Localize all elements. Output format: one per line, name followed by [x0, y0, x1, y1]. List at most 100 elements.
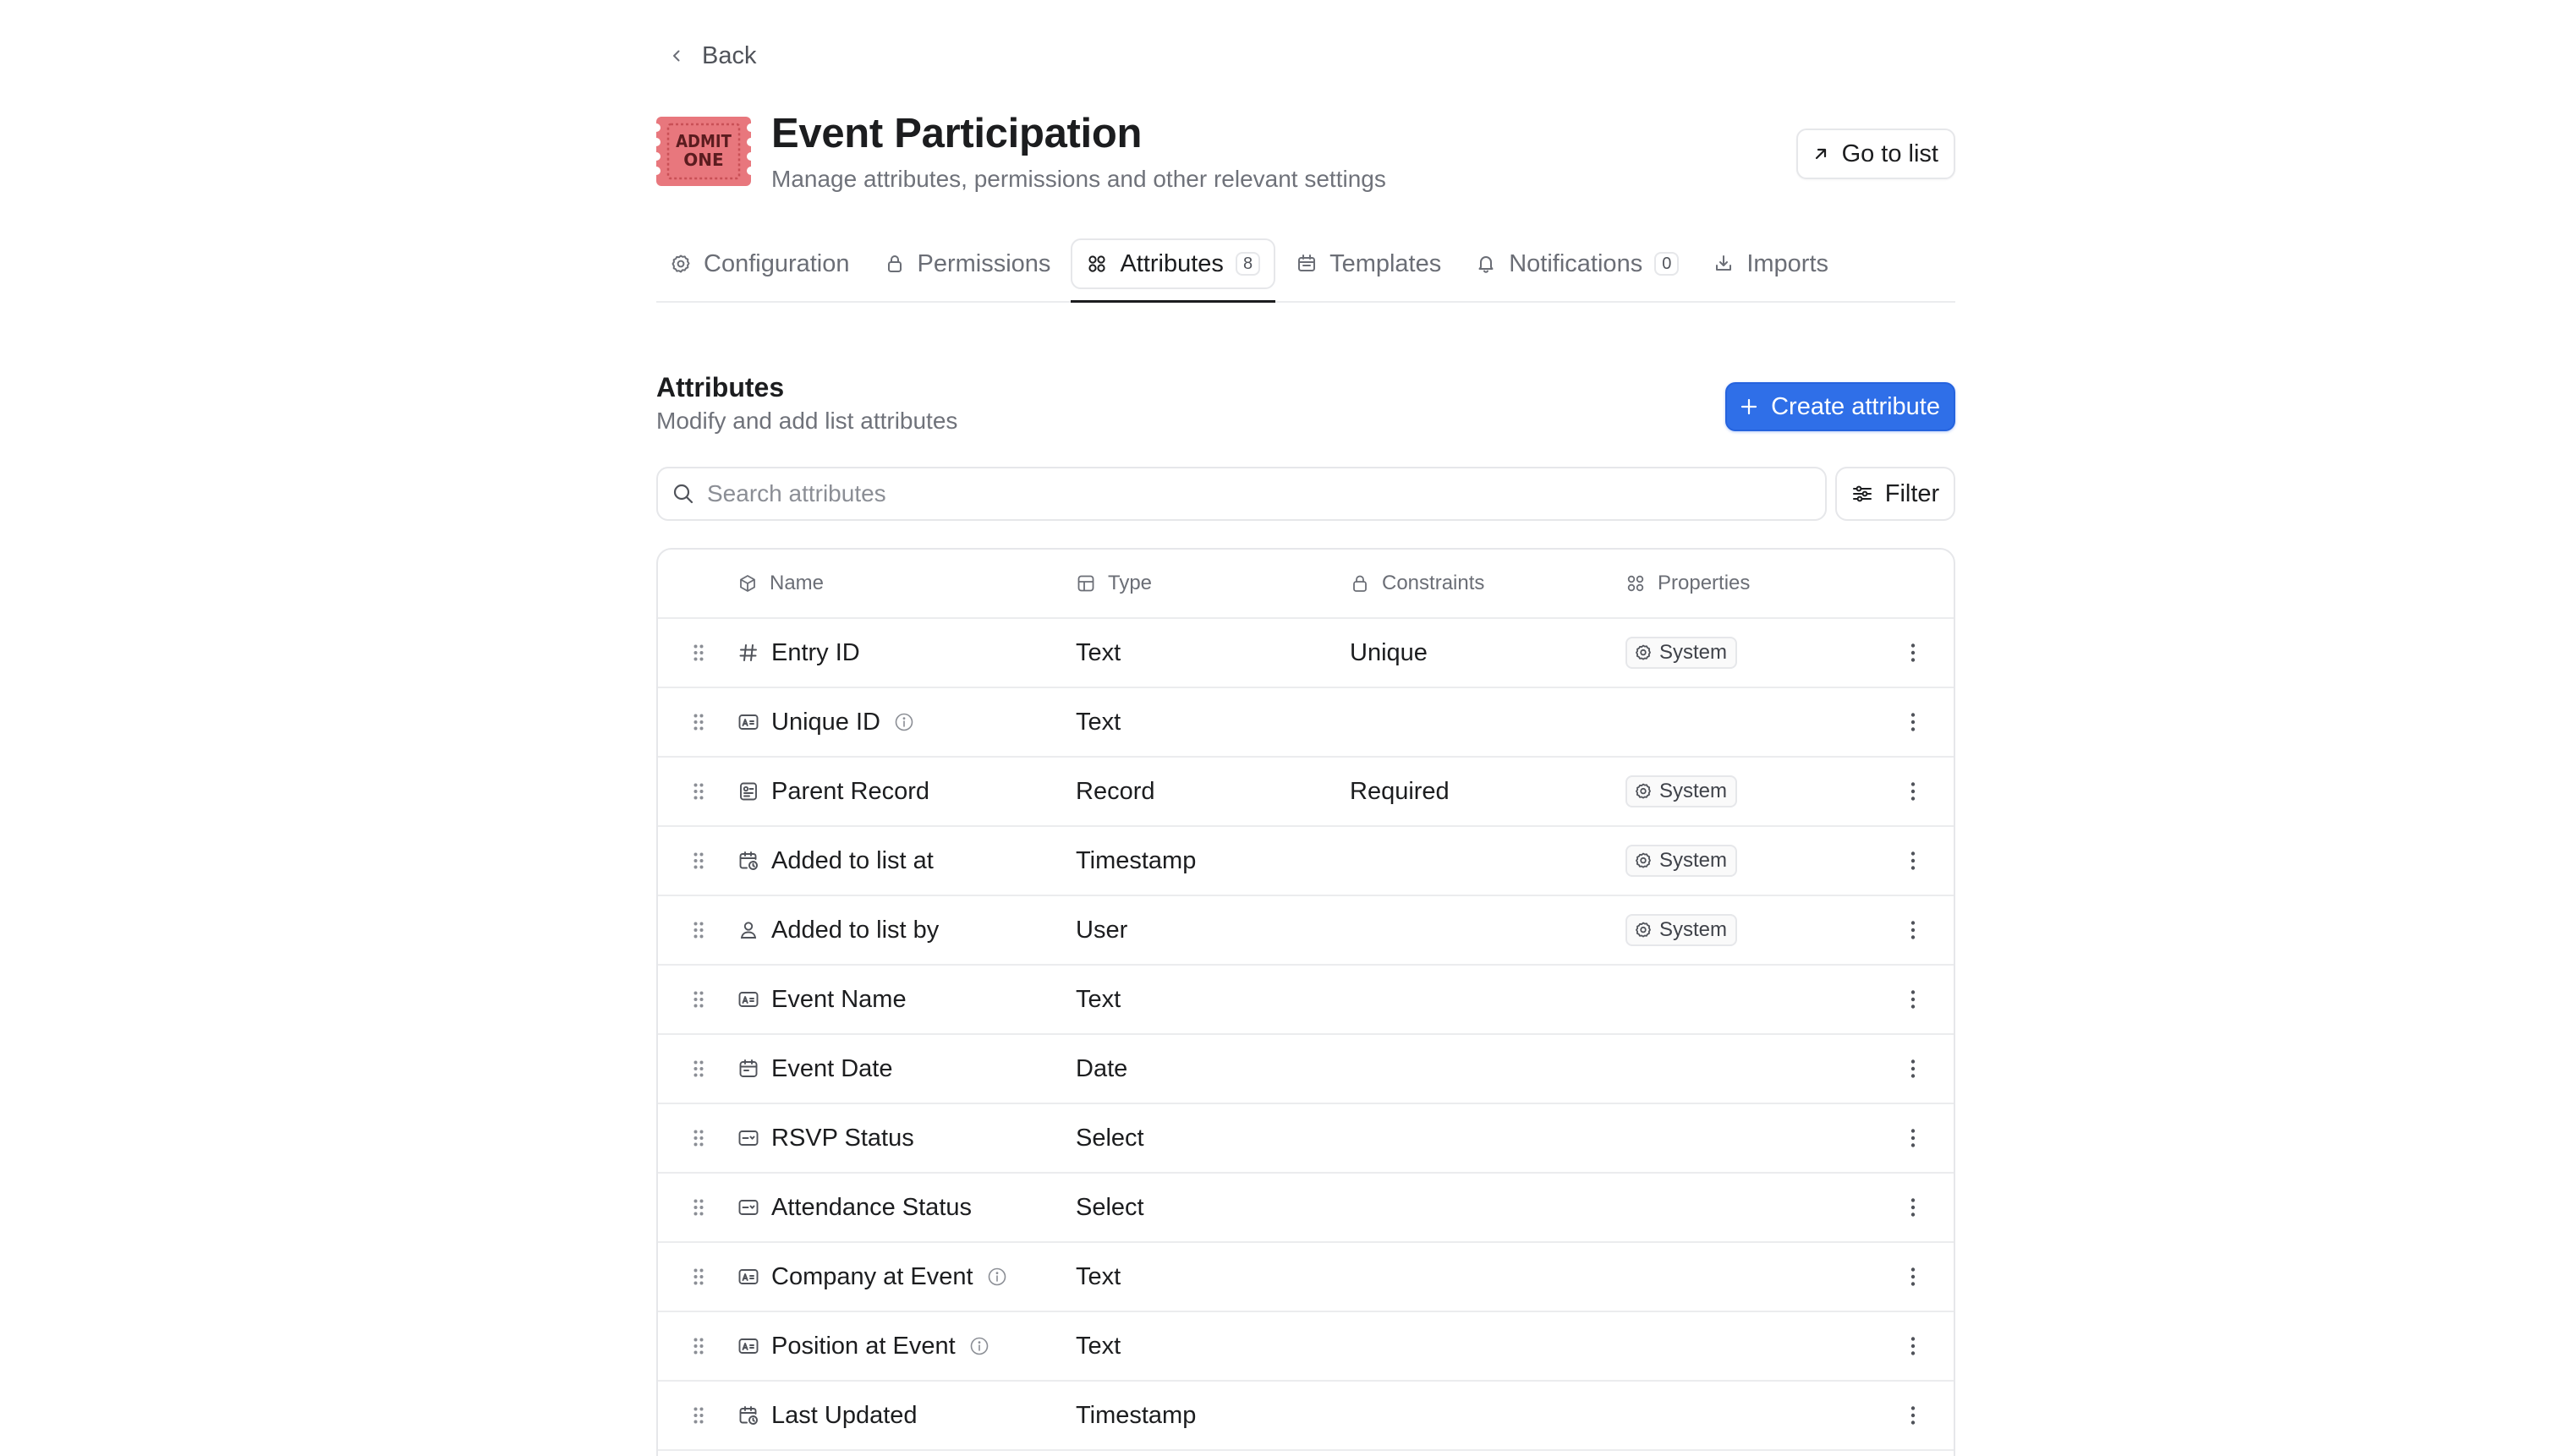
tab-templates[interactable]: Templates [1282, 238, 1455, 289]
tab-attributes[interactable]: Attributes 8 [1071, 238, 1276, 303]
row-actions-button[interactable] [1906, 1104, 1920, 1172]
row-actions-button[interactable] [1906, 1174, 1920, 1241]
attribute-name: Last Updated [771, 1401, 918, 1429]
tab-permissions[interactable]: Permissions [870, 238, 1065, 289]
attribute-constraints: Unique [1350, 638, 1428, 666]
drag-handle[interactable] [690, 758, 707, 825]
attribute-name-cell: Parent Record [737, 758, 929, 825]
tab-configuration[interactable]: Configuration [656, 238, 863, 289]
tab-notifications[interactable]: Notifications 0 [1461, 238, 1692, 289]
column-header-constraints[interactable]: Constraints [1350, 550, 1484, 617]
search-icon [673, 484, 693, 504]
drag-handle-icon [693, 1199, 704, 1216]
more-vertical-icon [1910, 1198, 1916, 1217]
cube-icon [740, 575, 755, 592]
create-attribute-button[interactable]: Create attribute [1725, 382, 1955, 431]
more-vertical-icon [1910, 713, 1916, 731]
table-row[interactable]: Entry ID Text Unique System [658, 619, 1954, 688]
attribute-properties: System [1625, 758, 1738, 825]
attribute-type: Select [1076, 1124, 1144, 1152]
text-field-icon [738, 1338, 759, 1354]
row-actions-button[interactable] [1906, 1243, 1920, 1311]
attribute-name-cell: Added to list by [737, 896, 939, 964]
table-row[interactable]: Company at Event Text [658, 1243, 1954, 1312]
back-link[interactable]: Back [668, 39, 756, 73]
row-actions-button[interactable] [1906, 1035, 1920, 1103]
info-icon[interactable] [987, 1267, 1007, 1287]
more-vertical-icon [1910, 1059, 1916, 1078]
go-to-list-button[interactable]: Go to list [1795, 129, 1955, 179]
grid-icon [1627, 575, 1644, 592]
drag-handle[interactable] [690, 896, 707, 964]
attribute-type: Text [1076, 985, 1121, 1013]
drag-handle[interactable] [690, 1035, 707, 1103]
table-row[interactable]: Parent Record Record Required System [658, 758, 1954, 827]
drag-handle[interactable] [690, 827, 707, 895]
attribute-name-cell: Position at Event [737, 1312, 989, 1380]
gear-icon [1636, 644, 1651, 660]
drag-handle[interactable] [690, 1312, 707, 1380]
row-actions-button[interactable] [1906, 827, 1920, 895]
table-row[interactable]: Added to list by User System [658, 896, 1954, 966]
create-attribute-label: Create attribute [1771, 392, 1940, 420]
more-vertical-icon [1910, 1337, 1916, 1355]
search-input[interactable] [707, 480, 1722, 507]
drag-handle[interactable] [690, 1243, 707, 1311]
system-badge: System [1625, 775, 1738, 807]
row-actions-button[interactable] [1906, 619, 1920, 687]
table-row[interactable]: Event Name Text [658, 966, 1954, 1035]
table-row[interactable]: RSVP Status Select [658, 1104, 1954, 1174]
row-actions-button[interactable] [1906, 758, 1920, 825]
drag-handle[interactable] [690, 1382, 707, 1449]
attribute-name-cell: Attendance Status [737, 1174, 972, 1241]
lock-icon [887, 255, 902, 272]
attribute-type: Timestamp [1076, 1401, 1197, 1429]
back-label: Back [702, 41, 757, 69]
page-title: Event Participation [771, 111, 1143, 156]
column-header-label: Constraints [1382, 572, 1485, 594]
column-header-properties[interactable]: Properties [1625, 550, 1750, 617]
text-field-icon [738, 992, 759, 1007]
table-row[interactable]: Position at Event Text [658, 1312, 1954, 1382]
table-row[interactable]: Last Updated Timestamp [658, 1382, 1954, 1451]
row-actions-button[interactable] [1906, 1382, 1920, 1449]
drag-handle[interactable] [690, 1104, 707, 1172]
row-actions-button[interactable] [1906, 1312, 1920, 1380]
row-actions-button[interactable] [1906, 896, 1920, 964]
row-actions-button[interactable] [1906, 688, 1920, 756]
attribute-name-cell: Entry ID [737, 619, 860, 687]
column-header-name[interactable]: Name [737, 550, 824, 617]
more-vertical-icon [1910, 1267, 1916, 1286]
attribute-name: Added to list at [771, 846, 934, 874]
drag-handle-icon [693, 1407, 704, 1424]
filter-button[interactable]: Filter [1835, 467, 1955, 521]
section-title: Attributes [656, 372, 785, 402]
ticket-text-bottom: ONE [683, 150, 723, 170]
attribute-name: Added to list by [771, 916, 940, 944]
attribute-type: Select [1076, 1193, 1144, 1221]
table-header: Name Type Constraints Properties [658, 550, 1954, 619]
drag-handle[interactable] [690, 1174, 707, 1241]
table-row[interactable]: Event Date Date [658, 1035, 1954, 1104]
attribute-name: Event Date [771, 1054, 893, 1082]
table-row[interactable]: Attendance Status Select [658, 1174, 1954, 1243]
drag-handle[interactable] [690, 619, 707, 687]
drag-handle[interactable] [690, 688, 707, 756]
table-row[interactable]: Unique ID Text [658, 688, 1954, 758]
attribute-name: Parent Record [771, 777, 929, 805]
table-row[interactable]: Added to list at Timestamp System [658, 827, 1954, 896]
gear-icon [1636, 922, 1651, 938]
row-actions-button[interactable] [1906, 966, 1920, 1033]
column-header-type[interactable]: Type [1076, 550, 1152, 617]
drag-handle-icon [693, 991, 704, 1008]
system-badge: System [1625, 845, 1738, 877]
tab-imports[interactable]: Imports [1699, 238, 1842, 289]
drag-handle[interactable] [690, 966, 707, 1033]
column-header-label: Properties [1658, 572, 1751, 594]
info-icon[interactable] [969, 1336, 989, 1356]
info-icon[interactable] [894, 712, 914, 732]
more-vertical-icon [1910, 921, 1916, 939]
ticket-icon: ADMIT ONE [656, 117, 751, 186]
attribute-type: User [1076, 916, 1128, 944]
text-field-icon [738, 1269, 759, 1284]
